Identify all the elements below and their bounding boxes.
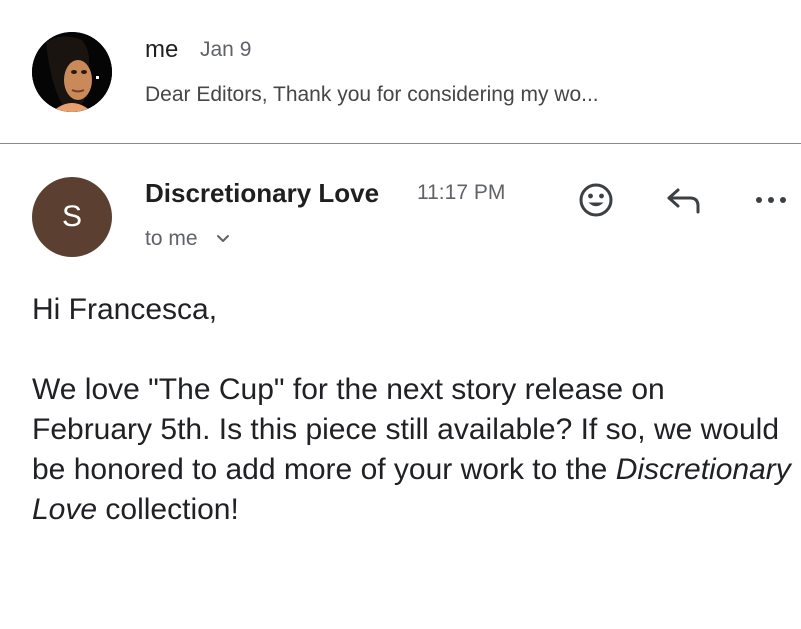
email-thread: me Jan 9 Dear Editors, Thank you for con… (0, 0, 801, 629)
recipients-toggle[interactable]: to me (145, 227, 230, 251)
avatar[interactable] (32, 32, 112, 112)
collapsed-snippet: Dear Editors, Thank you for considering … (145, 83, 599, 106)
message-paragraph: We love "The Cup" for the next story rel… (32, 370, 792, 530)
sender-avatar[interactable]: S (32, 177, 112, 257)
message-greeting: Hi Francesca, (32, 293, 218, 326)
message-time: 11:17 PM (417, 181, 506, 204)
add-reaction-button[interactable] (574, 178, 618, 222)
message-body: Hi Francesca, We love "The Cup" for the … (32, 290, 792, 530)
collapsed-date: Jan 9 (200, 38, 252, 61)
message-divider (0, 143, 801, 144)
message-paragraph-tail: collection! (105, 493, 239, 526)
more-horizontal-icon (756, 197, 786, 203)
recipients-label: to me (145, 227, 198, 250)
sender-name[interactable]: Discretionary Love (145, 178, 379, 209)
chevron-down-icon (216, 234, 230, 244)
profile-photo-icon (32, 32, 112, 112)
reply-arrow-icon (667, 188, 700, 214)
more-options-button[interactable] (749, 178, 793, 222)
collapsed-message[interactable]: me Jan 9 Dear Editors, Thank you for con… (0, 0, 801, 143)
collapsed-sender-name: me (145, 36, 179, 63)
smiley-face-icon (579, 183, 613, 217)
reply-button[interactable] (662, 178, 706, 222)
